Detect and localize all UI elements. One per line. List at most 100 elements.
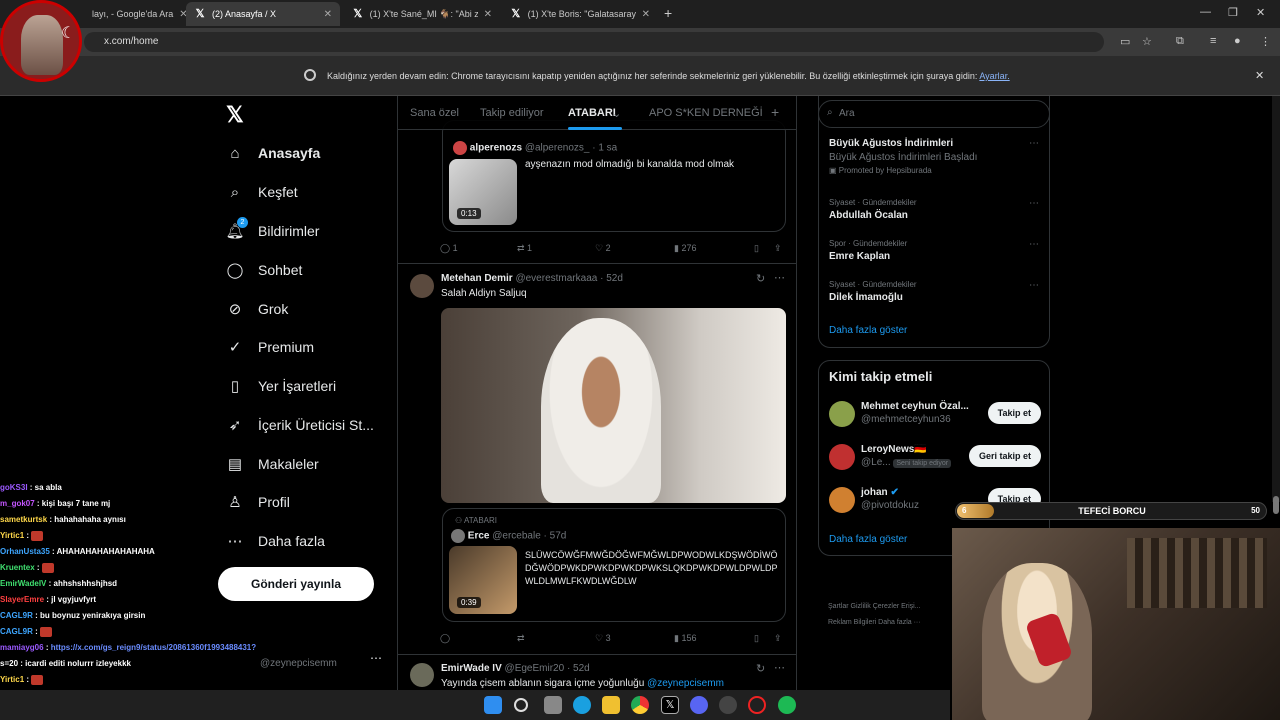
media-icon[interactable]: ≡ <box>1210 35 1216 47</box>
nav-home[interactable]: ⌂ Anasayfa <box>226 144 320 162</box>
chat-text: sa abla <box>34 483 62 492</box>
grok-icon[interactable]: ↻ <box>756 272 765 285</box>
nav-premium[interactable]: ✓ Premium <box>226 338 314 356</box>
nav-chat[interactable]: ◯ Sohbet <box>226 261 303 279</box>
windows-start-icon[interactable] <box>484 696 502 714</box>
divider <box>398 263 796 264</box>
window-close-icon[interactable]: ✕ <box>1256 6 1265 19</box>
more-icon[interactable]: ⋯ <box>1029 280 1039 291</box>
mention-link[interactable]: @zeynepcisemm <box>647 678 724 689</box>
new-tab-button[interactable]: + <box>664 5 672 21</box>
cast-icon[interactable]: ▭ <box>1120 35 1130 48</box>
avatar[interactable] <box>410 663 434 687</box>
avatar[interactable] <box>410 274 434 298</box>
edge-icon[interactable] <box>573 696 591 714</box>
page-scrollbar[interactable] <box>1272 96 1280 514</box>
nav-explore[interactable]: ⌕ Keşfet <box>226 183 298 201</box>
steam-icon[interactable] <box>719 696 737 714</box>
nav-articles[interactable]: ▤ Makaleler <box>226 455 319 473</box>
views-button[interactable]: ▮ 276 <box>674 243 696 254</box>
show-more-link[interactable]: Daha fazla göster <box>829 534 907 545</box>
grok-icon[interactable]: ↻ <box>756 662 765 675</box>
x-logo-icon[interactable]: 𝕏 <box>226 102 244 128</box>
stream-chat-overlay: goKS3I : sa abla m_gok07 : kişi başı 7 ta… <box>0 480 390 720</box>
share-button[interactable]: ⇪ <box>774 243 782 254</box>
x-app-icon[interactable]: 𝕏 <box>661 696 679 714</box>
tab-title: (1) X'te Sané_MI 🐐: "Abi ziyec <box>369 8 478 19</box>
bookmark-button[interactable]: ▯ <box>754 243 759 254</box>
emote-icon <box>41 562 54 573</box>
repost-button[interactable]: ⇄ <box>517 633 525 644</box>
reply-button[interactable]: ◯ 1 <box>440 243 458 254</box>
file-explorer-icon[interactable] <box>602 696 620 714</box>
video-player[interactable] <box>441 308 786 503</box>
video-thumbnail[interactable]: 0:13 <box>449 159 517 225</box>
like-button[interactable]: ♡ 3 <box>595 633 611 644</box>
add-tab-icon[interactable]: + <box>771 104 779 120</box>
trend-item[interactable]: Spor · Gündemdekiler Emre Kaplan ⋯ <box>829 239 1039 262</box>
chat-message: Kruentex : <box>0 560 390 576</box>
infobar-close-icon[interactable]: ✕ <box>1255 69 1264 82</box>
close-icon[interactable]: ✕ <box>642 9 650 20</box>
nav-bookmarks[interactable]: ▯ Yer İşaretleri <box>226 377 336 395</box>
search-icon[interactable] <box>514 698 528 712</box>
quoted-post[interactable]: alperenozs @alperenozs_ · 1 sa 0:13 ayşe… <box>442 120 786 232</box>
task-view-icon[interactable] <box>544 696 562 714</box>
tab-atabari[interactable]: ATABARI <box>568 107 616 119</box>
extensions-icon[interactable]: ⧉ <box>1176 35 1184 48</box>
footer-links[interactable]: Şartlar Gizlilik Çerezler Erişi... Rekla… <box>828 599 921 631</box>
share-button[interactable]: ⇪ <box>774 633 782 644</box>
opera-icon[interactable] <box>748 696 766 714</box>
nav-creator-studio[interactable]: ➶ İçerik Üreticisi St... <box>226 416 374 434</box>
more-icon[interactable]: ⋯ <box>774 661 785 674</box>
nav-grok[interactable]: ⊘ Grok <box>226 300 289 318</box>
address-bar[interactable]: x.com/home <box>84 32 1104 52</box>
donation-goal-bar: 6 TEFECİ BORCU 50 <box>955 502 1267 520</box>
menu-icon[interactable]: ⋮ <box>1260 35 1271 48</box>
follow-button[interactable]: Takip et <box>987 402 1041 424</box>
tab-following[interactable]: Takip ediliyor <box>480 107 544 119</box>
like-button[interactable]: ♡ 2 <box>595 243 611 254</box>
video-thumbnail[interactable]: 0:39 <box>449 546 517 614</box>
restore-infobar: Kaldığınız yerden devam edin: Chrome tar… <box>0 56 1280 96</box>
tab-for-you[interactable]: Sana özel <box>410 107 459 119</box>
close-icon[interactable]: ✕ <box>484 9 492 20</box>
follow-suggestion[interactable]: Mehmet ceyhun Özal... @mehmetceyhun36 Ta… <box>829 399 1041 429</box>
tab-x-home[interactable]: 𝕏 (2) Anasayfa / X ✕ <box>186 2 340 26</box>
tab-x-sane[interactable]: 𝕏 (1) X'te Sané_MI 🐐: "Abi ziyec ✕ <box>344 2 500 26</box>
tab-google[interactable]: layı, - Google'da Ara ✕ <box>84 2 188 26</box>
minimize-icon[interactable]: — <box>1200 6 1211 18</box>
chat-message: OrhanUsta35 : AHAHAHAHAHAHAHAHA <box>0 547 155 556</box>
chat-message: EmirWadeIV : ahhshshhshjhsd <box>0 579 118 588</box>
views-button[interactable]: ▮ 156 <box>674 633 696 644</box>
repost-button[interactable]: ⇄ 1 <box>517 243 532 254</box>
star-icon[interactable]: ☆ <box>1142 35 1152 48</box>
discord-icon[interactable] <box>690 696 708 714</box>
show-more-link[interactable]: Daha fazla göster <box>829 325 907 336</box>
trend-item[interactable]: Siyaset · Gündemdekiler Dilek İmamoğlu ⋯ <box>829 280 1039 303</box>
more-icon[interactable]: ⋯ <box>1029 239 1039 250</box>
settings-link[interactable]: Ayarlar. <box>979 71 1009 81</box>
follow-suggestion[interactable]: LeroyNews🇩🇪 @Le... Seni takip ediyor Ger… <box>829 442 1041 472</box>
chevron-down-icon[interactable]: ⌄ <box>612 107 621 120</box>
bookmark-button[interactable]: ▯ <box>754 633 759 644</box>
follow-back-button[interactable]: Geri takip et <box>968 445 1041 467</box>
trend-item[interactable]: Büyük Ağustos İndirimleri Büyük Ağustos … <box>829 138 1039 175</box>
trend-item[interactable]: Siyaset · Gündemdekiler Abdullah Öcalan … <box>829 198 1039 221</box>
more-icon[interactable]: ⋯ <box>1029 138 1039 149</box>
more-icon[interactable]: ⋯ <box>774 271 785 284</box>
tab-apo[interactable]: APO S*KEN DERNEĞİ <box>649 107 763 119</box>
profile-icon[interactable]: ● <box>1234 35 1241 47</box>
tab-x-boris[interactable]: 𝕏 (1) X'te Boris: "Galatasaray trans ✕ <box>502 2 658 26</box>
rocket-icon: ➶ <box>228 417 242 434</box>
maximize-icon[interactable]: ❐ <box>1228 6 1238 19</box>
reply-button[interactable]: ◯ <box>440 633 450 644</box>
chrome-icon[interactable] <box>631 696 649 714</box>
close-icon[interactable]: ✕ <box>324 9 332 20</box>
nav-notifications[interactable]: 🔔︎ 2 Bildirimler <box>225 217 319 240</box>
tab-title: (2) Anasayfa / X <box>212 9 277 19</box>
more-icon[interactable]: ⋯ <box>1029 198 1039 209</box>
spotify-icon[interactable] <box>778 696 796 714</box>
scrollbar-thumb[interactable] <box>1273 496 1279 514</box>
quoted-post[interactable]: ⚇ ATABARI Erce @ercebale · 57d 0:39 SLÜW… <box>442 508 786 622</box>
